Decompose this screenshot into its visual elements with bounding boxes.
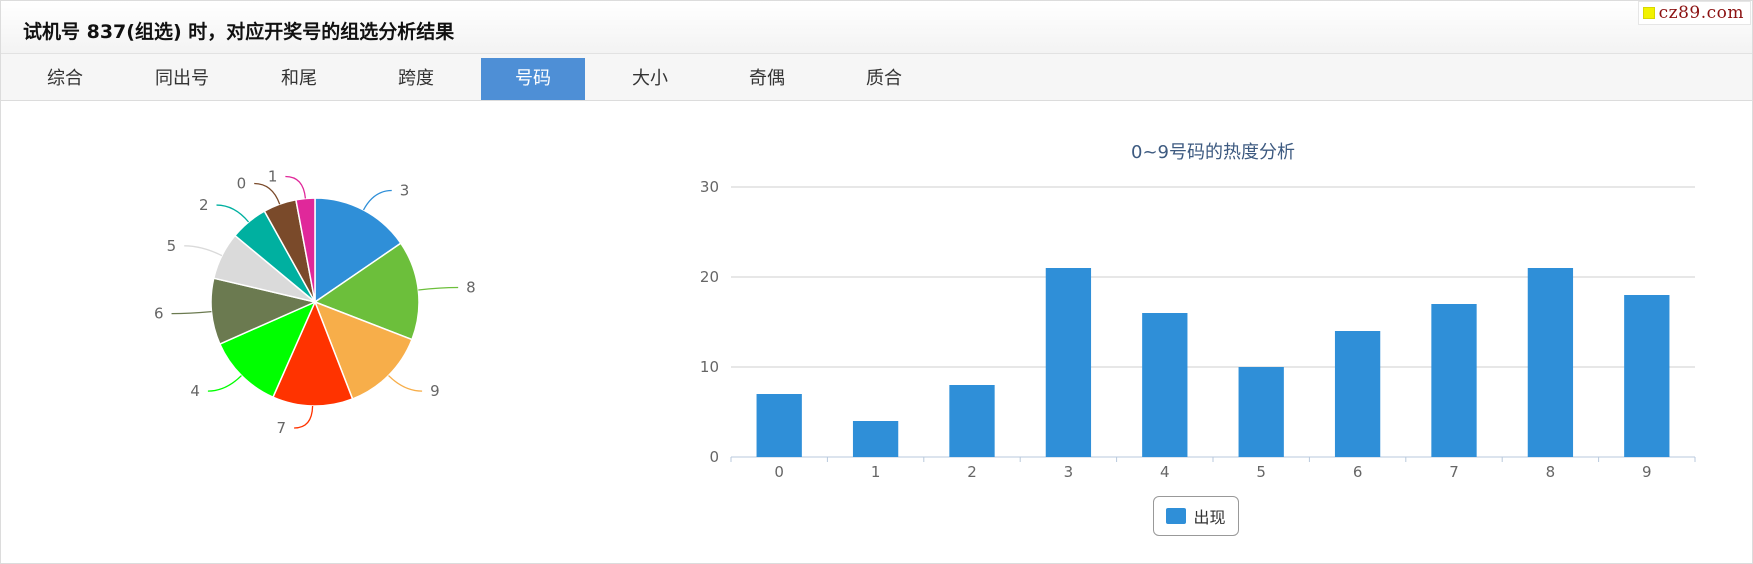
bar-9[interactable] bbox=[1624, 295, 1670, 457]
y-tick-label-30: 30 bbox=[700, 178, 719, 196]
bar-chart-title: 0~9号码的热度分析 bbox=[1131, 142, 1295, 163]
x-tick-label-9: 9 bbox=[1642, 463, 1652, 481]
x-tick-label-7: 7 bbox=[1449, 463, 1459, 481]
x-tick-label-5: 5 bbox=[1256, 463, 1266, 481]
x-tick-label-4: 4 bbox=[1160, 463, 1170, 481]
x-tick-label-1: 1 bbox=[871, 463, 881, 481]
y-tick-label-0: 0 bbox=[709, 448, 719, 466]
x-tick-label-0: 0 bbox=[774, 463, 784, 481]
bar-6[interactable] bbox=[1334, 331, 1381, 457]
legend-label: 出现 bbox=[1193, 508, 1226, 527]
bar-1[interactable] bbox=[852, 421, 899, 457]
bar-legend[interactable]: 出现 bbox=[1153, 496, 1239, 536]
bar-0[interactable] bbox=[756, 394, 802, 457]
y-tick-label-10: 10 bbox=[700, 358, 719, 376]
x-tick-label-3: 3 bbox=[1064, 463, 1074, 481]
bar-7[interactable] bbox=[1431, 304, 1477, 457]
bar-chart: 0~9号码的热度分析 0 10 20 30 0 1 2 3 4 5 6 7 8 9 bbox=[700, 142, 1696, 481]
bar-3[interactable] bbox=[1045, 268, 1092, 457]
bar-5[interactable] bbox=[1238, 367, 1284, 457]
x-tick-label-2: 2 bbox=[967, 463, 977, 481]
x-tick-label-8: 8 bbox=[1546, 463, 1556, 481]
y-tick-label-20: 20 bbox=[700, 268, 719, 286]
legend-swatch bbox=[1166, 508, 1187, 524]
bar-2[interactable] bbox=[949, 385, 995, 457]
x-tick-label-6: 6 bbox=[1353, 463, 1363, 481]
bar-8[interactable] bbox=[1527, 268, 1574, 457]
bar-4[interactable] bbox=[1142, 313, 1188, 457]
